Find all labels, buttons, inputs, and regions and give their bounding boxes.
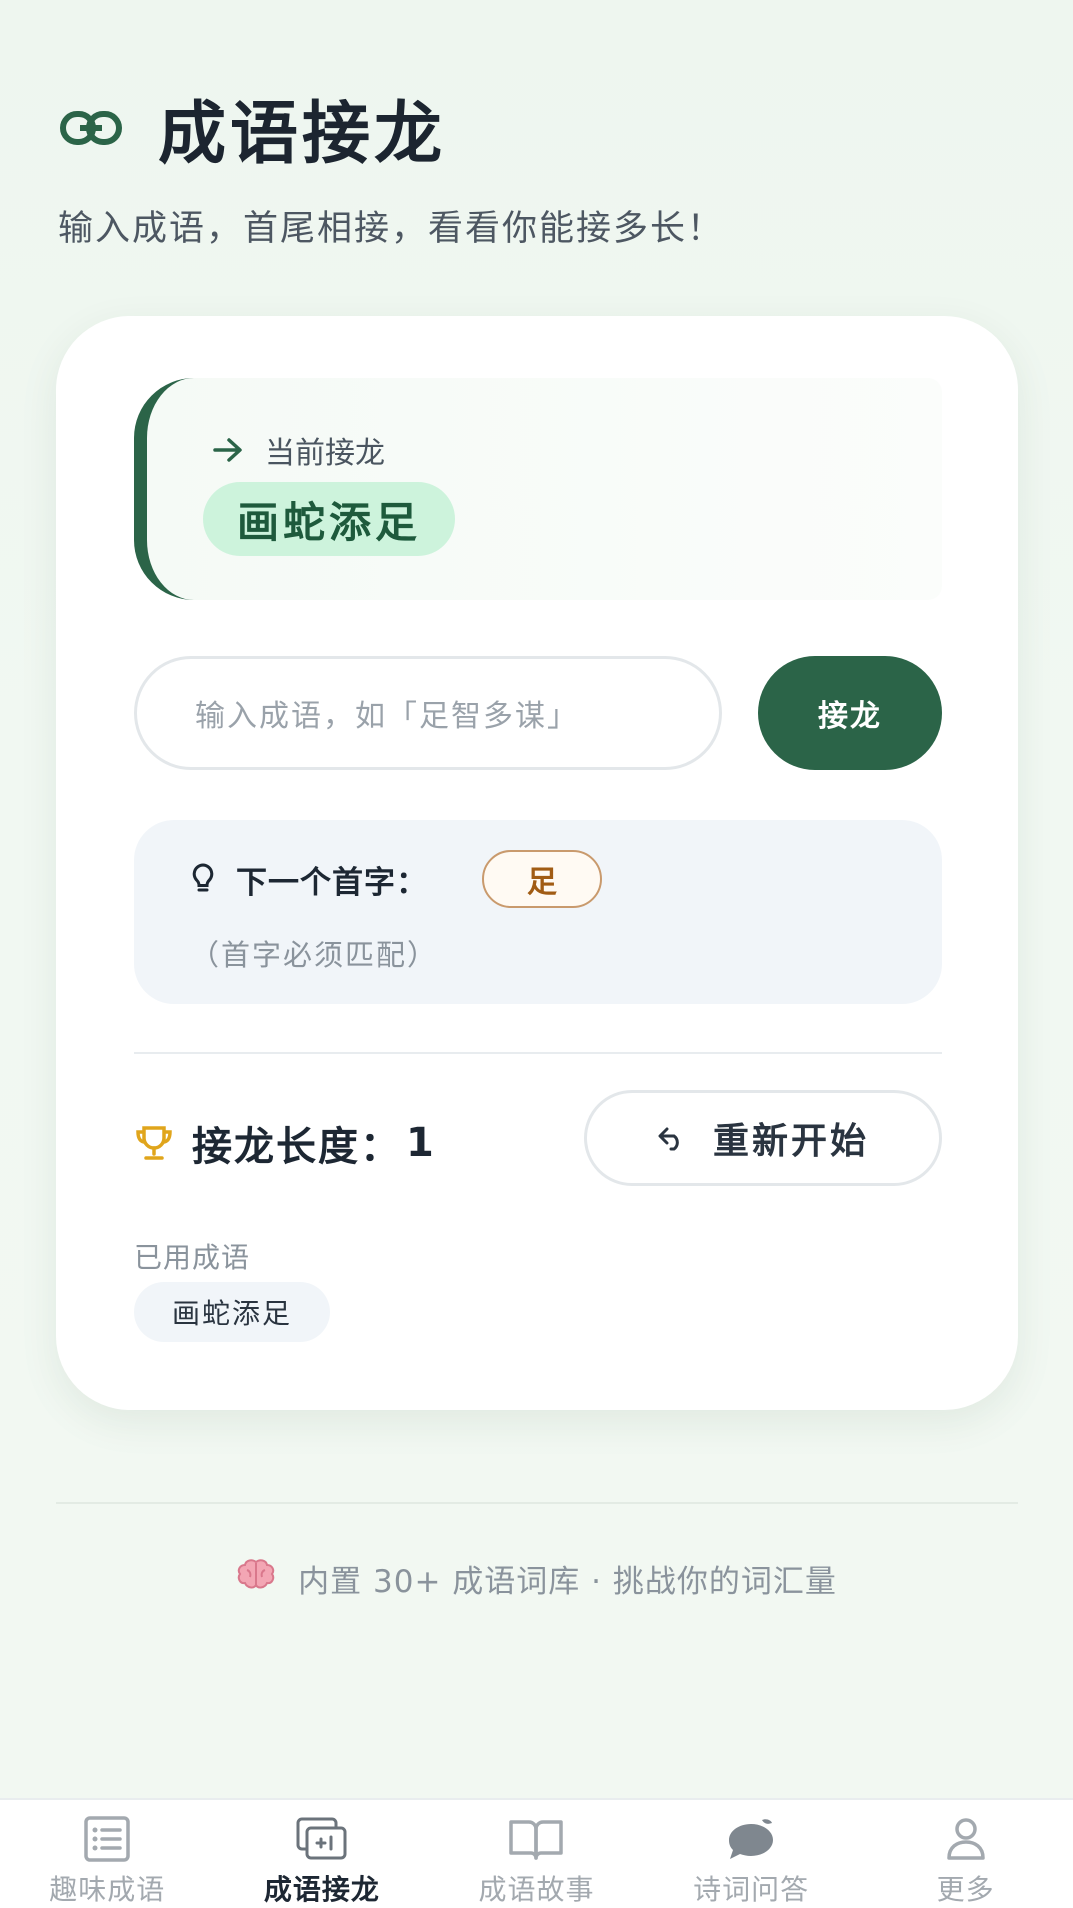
trophy-icon	[134, 1124, 174, 1162]
hint-box: 下一个首字： 足 （首字必须匹配）	[134, 820, 942, 1004]
brain-icon	[236, 1558, 276, 1600]
tab-bar: 趣味成语 成语接龙 成语故事 诗词问答 更多	[0, 1798, 1073, 1908]
link-icon	[60, 102, 122, 154]
restart-button-label: 重新开始	[712, 1121, 869, 1162]
chain-length-label: 接龙长度：	[192, 1124, 402, 1170]
book-icon	[507, 1814, 565, 1864]
tab-idiom-stories[interactable]: 成语故事	[429, 1800, 644, 1908]
list-icon	[82, 1814, 132, 1864]
game-card: 当前接龙 画蛇添足 输入成语，如「足智多谋」 接龙 下一个首字： 足 （首字必须…	[56, 316, 1018, 1410]
used-idiom-chip: 画蛇添足	[134, 1282, 331, 1342]
tab-label: 更多	[936, 1873, 995, 1906]
tab-fun-idioms[interactable]: 趣味成语	[0, 1800, 215, 1908]
idiom-input[interactable]: 输入成语，如「足智多谋」	[134, 656, 722, 770]
tab-more[interactable]: 更多	[858, 1800, 1073, 1908]
footer-note: 内置 30+ 成语词库 · 挑战你的词汇量	[0, 1556, 1073, 1601]
page-title: 成语接龙	[158, 95, 447, 174]
user-icon	[944, 1814, 988, 1864]
undo-icon	[657, 1125, 687, 1151]
hint-row: 下一个首字： 足	[190, 850, 602, 908]
hint-note: （首字必须匹配）	[190, 938, 439, 972]
chain-length-value: 1	[406, 1120, 434, 1166]
footer-divider	[56, 1502, 1018, 1504]
tab-poetry-qa[interactable]: 诗词问答	[644, 1800, 859, 1908]
current-chain-box: 当前接龙 画蛇添足	[134, 378, 942, 600]
hint-title: 下一个首字：	[236, 864, 428, 901]
tab-label: 诗词问答	[693, 1873, 810, 1906]
arrow-right-icon	[213, 437, 243, 463]
current-idiom: 画蛇添足	[203, 482, 456, 556]
tab-label: 成语故事	[478, 1873, 595, 1906]
submit-button[interactable]: 接龙	[758, 656, 942, 770]
page-subtitle: 输入成语，首尾相接，看看你能接多长！	[58, 209, 725, 249]
current-chain-label-text: 当前接龙	[265, 436, 385, 471]
chat-leaf-icon	[724, 1814, 778, 1864]
header: 成语接龙	[60, 78, 446, 177]
page: 成语接龙 输入成语，首尾相接，看看你能接多长！ 当前接龙 画蛇添足 输入成语，如…	[0, 0, 1073, 1908]
used-idioms-label: 已用成语	[134, 1241, 251, 1274]
divider	[134, 1052, 942, 1054]
tab-label: 趣味成语	[49, 1873, 166, 1906]
tab-label: 成语接龙	[263, 1873, 380, 1906]
tab-idiom-chain[interactable]: 成语接龙	[215, 1800, 430, 1908]
current-chain-label: 当前接龙	[213, 428, 385, 472]
chain-plus-icon	[295, 1814, 349, 1864]
next-char-badge: 足	[482, 850, 602, 908]
chain-length: 接龙长度： 1	[134, 1114, 434, 1172]
restart-button[interactable]: 重新开始	[584, 1090, 942, 1186]
footer-text: 内置 30+ 成语词库 · 挑战你的词汇量	[298, 1564, 837, 1600]
lightbulb-icon	[190, 862, 216, 896]
